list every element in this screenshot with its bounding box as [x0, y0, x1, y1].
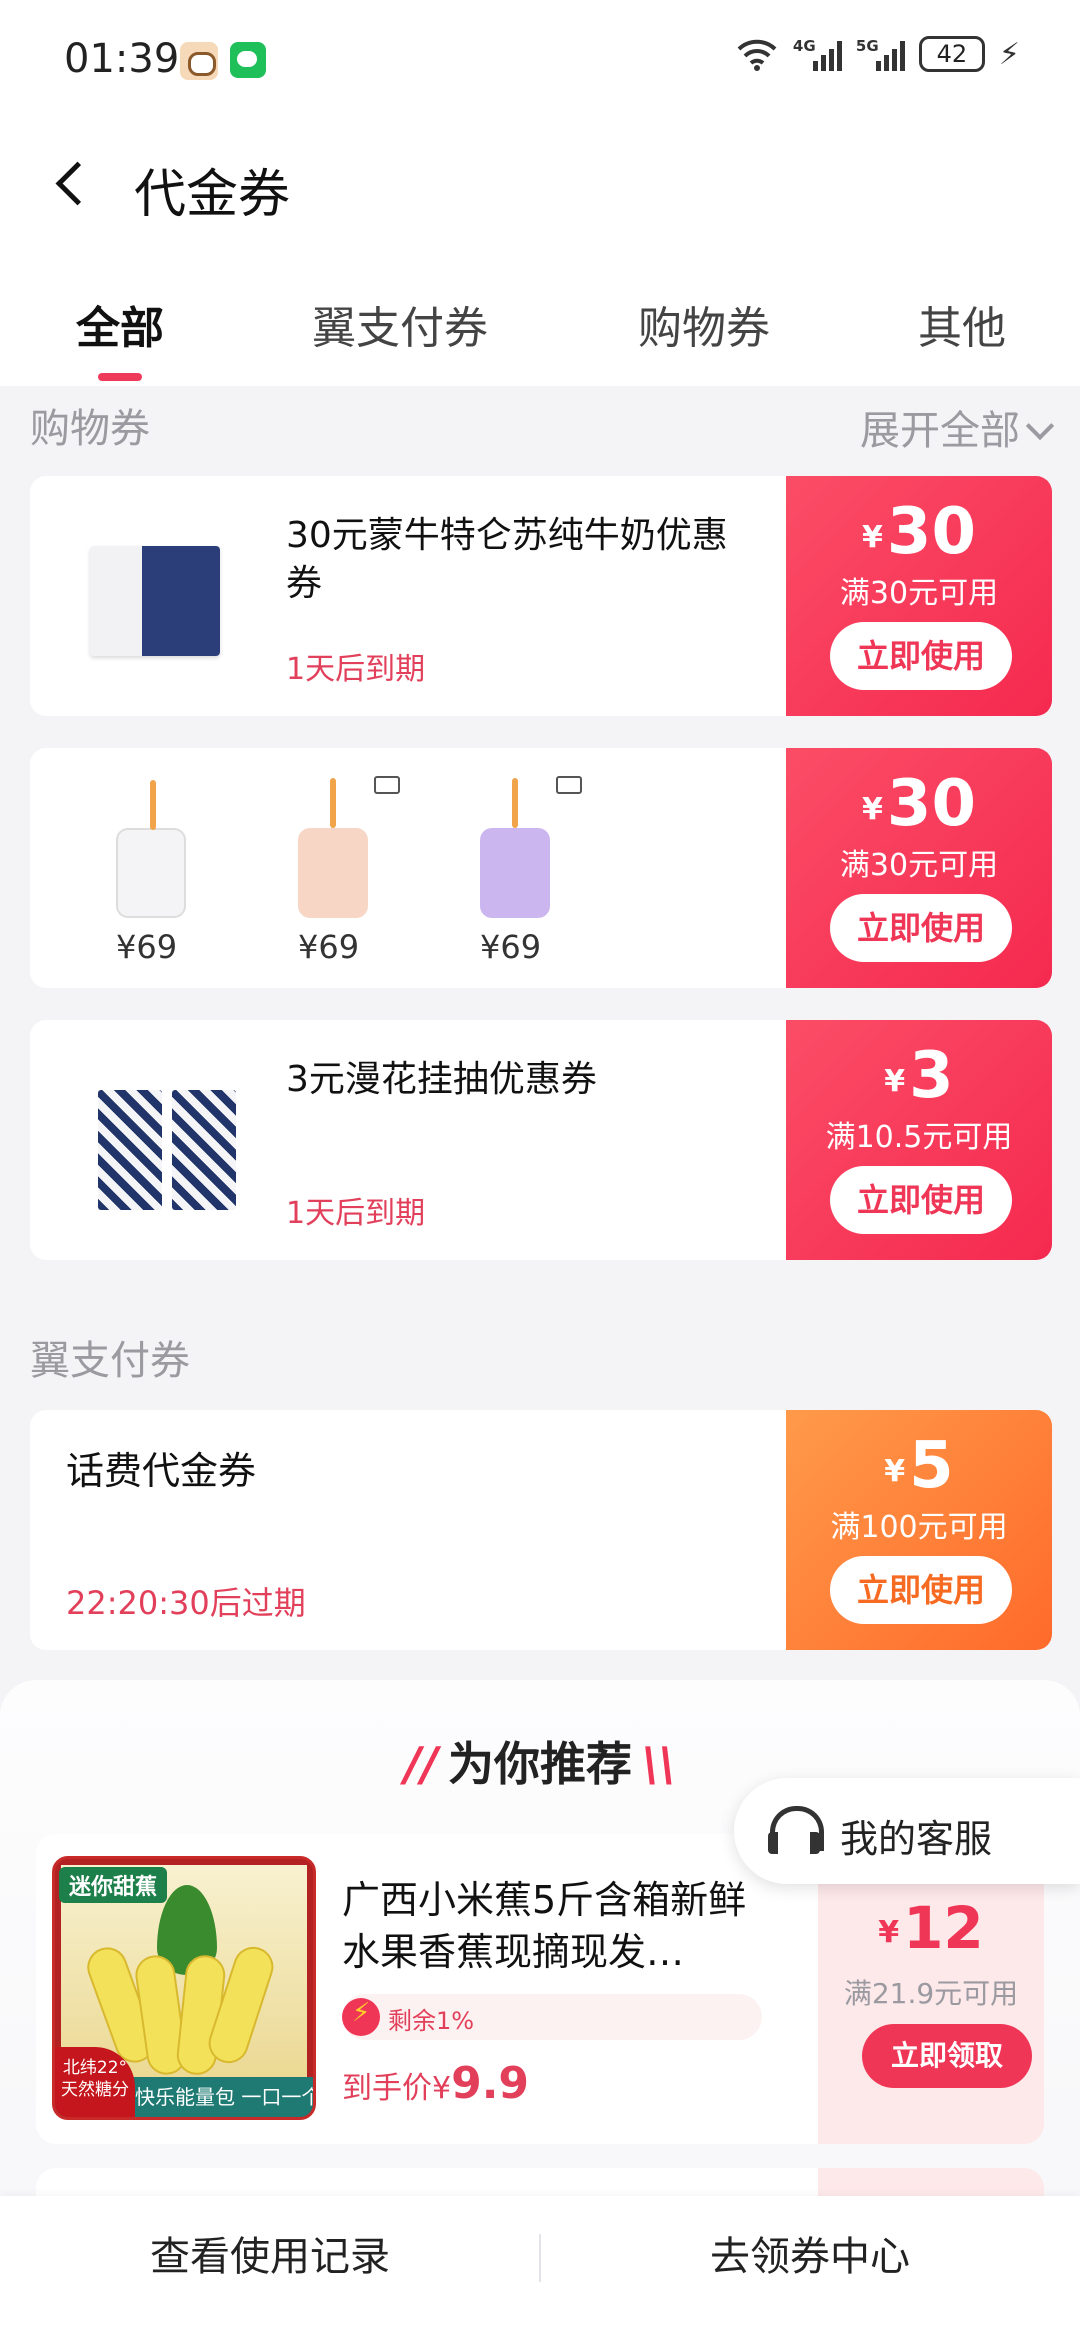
- tab-yipay[interactable]: 翼支付券: [312, 292, 488, 356]
- tab-shopping[interactable]: 购物券: [638, 292, 770, 356]
- use-now-button[interactable]: 立即使用: [830, 622, 1012, 690]
- usage-history-button[interactable]: 查看使用记录: [0, 2196, 540, 2340]
- coupon-card[interactable]: ¥69 ¥69 ¥69 ¥30 满30元可用 立即使用: [30, 748, 1052, 988]
- coupon-expire: 1天后到期: [286, 652, 426, 687]
- expand-all-button[interactable]: 展开全部: [860, 398, 1055, 456]
- coupon-center-button[interactable]: 去领券中心: [540, 2196, 1080, 2340]
- product-image: 迷你甜蕉 快乐能量包 一口一个 北纬22°天然糖分: [52, 1856, 316, 2120]
- coupon-card[interactable]: 30元蒙牛特仑苏纯牛奶优惠券 1天后到期 ¥30 满30元可用 立即使用: [30, 476, 1052, 716]
- coupon-title: 3元漫花挂抽优惠券: [286, 1059, 597, 1100]
- section-title-yipay: 翼支付券: [30, 1338, 190, 1384]
- product-price: ¥69: [480, 928, 542, 966]
- status-indicators: 4G 5G 42 ⚡: [735, 36, 1020, 72]
- charging-icon: ⚡: [998, 36, 1020, 72]
- lightning-icon: [342, 1994, 382, 2040]
- app-notification-icon: [180, 42, 218, 80]
- page-title: 代金券: [134, 165, 291, 225]
- coupon-card[interactable]: 话费代金券 22:20:30后过期 ¥5 满100元可用 立即使用: [30, 1410, 1052, 1650]
- coupon-info: 30元蒙牛特仑苏纯牛奶优惠券 1天后到期: [30, 476, 790, 716]
- coupon-value-panel: ¥3 满10.5元可用 立即使用: [776, 1020, 1052, 1260]
- section-title-shopping: 购物券: [30, 406, 150, 452]
- decor-slash-icon: //: [404, 1737, 438, 1791]
- claim-now-button[interactable]: 立即领取: [862, 2024, 1032, 2088]
- coupon-info: 话费代金券 22:20:30后过期: [30, 1410, 790, 1650]
- image-tag: 迷你甜蕉: [59, 1867, 168, 1903]
- use-now-button[interactable]: 立即使用: [830, 894, 1012, 962]
- customer-service-label: 我的客服: [840, 1817, 993, 1861]
- coupon-expire: 1天后到期: [286, 1196, 426, 1231]
- milk-box-graphic: [90, 546, 220, 656]
- coupon-threshold: 满100元可用: [830, 1510, 1008, 1545]
- coupon-amount: ¥3: [884, 1039, 954, 1113]
- image-badge: 北纬22°天然糖分: [55, 2047, 135, 2117]
- brand-badge-icon: [374, 776, 400, 794]
- tab-indicator: [98, 373, 142, 381]
- product-image: [480, 778, 550, 918]
- product-image: [90, 526, 240, 676]
- status-bar: 01:39 4G 5G 42 ⚡: [0, 0, 1080, 120]
- back-button[interactable]: [44, 150, 104, 220]
- coupon-amount: ¥30: [862, 767, 976, 841]
- decor-slash-icon: \\: [642, 1737, 676, 1791]
- brand-badge-icon: [556, 776, 582, 794]
- stock-text: 剩余1%: [388, 2007, 475, 2035]
- coupon-value-panel: ¥5 满100元可用 立即使用: [776, 1410, 1052, 1650]
- coupon-amount: ¥30: [862, 495, 976, 569]
- final-price: 到手价¥9.9: [342, 2058, 530, 2109]
- coupon-value-panel: ¥30 满30元可用 立即使用: [776, 748, 1052, 988]
- coupon-threshold: 满30元可用: [839, 848, 999, 883]
- wifi-icon: [737, 39, 777, 71]
- coupon-title: 话费代金券: [66, 1449, 257, 1493]
- bottom-action-bar: 查看使用记录 去领券中心: [0, 2196, 1080, 2340]
- cellular-signal-icon: 5G: [856, 37, 905, 71]
- coupon-info: 3元漫花挂抽优惠券 1天后到期: [30, 1020, 790, 1260]
- cellular-signal-icon: 4G: [793, 37, 842, 71]
- status-time: 01:39: [64, 36, 180, 82]
- battery-icon: 42: [918, 36, 985, 72]
- product-price: ¥69: [116, 928, 178, 966]
- tissue-pack-graphic: [98, 1090, 162, 1210]
- coupon-card[interactable]: 3元漫花挂抽优惠券 1天后到期 ¥3 满10.5元可用 立即使用: [30, 1020, 1052, 1260]
- use-now-button[interactable]: 立即使用: [830, 1166, 1012, 1234]
- product-image: [116, 780, 186, 918]
- wechat-icon: [230, 42, 266, 78]
- expand-all-label: 展开全部: [860, 408, 1020, 454]
- customer-service-button[interactable]: 我的客服: [734, 1778, 1080, 1884]
- product-image: [90, 1070, 240, 1220]
- coupon-amount: ¥12: [878, 1894, 984, 1962]
- coupon-info: ¥69 ¥69 ¥69: [30, 748, 790, 988]
- coupon-amount: ¥5: [884, 1429, 954, 1503]
- coupon-threshold: 满21.9元可用: [843, 1977, 1019, 2010]
- product-name: 广西小米蕉5斤含箱新鲜水果香蕉现摘现发…: [342, 1878, 747, 1974]
- coupon-threshold: 满10.5元可用: [825, 1120, 1013, 1155]
- tab-all[interactable]: 全部: [76, 292, 164, 356]
- product-price: ¥69: [298, 928, 360, 966]
- use-now-button[interactable]: 立即使用: [830, 1556, 1012, 1624]
- tab-other[interactable]: 其他: [918, 292, 1006, 356]
- coupon-expire: 22:20:30后过期: [66, 1584, 306, 1622]
- coupon-threshold: 满30元可用: [839, 576, 999, 611]
- tissue-pack-graphic: [172, 1090, 236, 1210]
- chevron-down-icon: [1025, 411, 1055, 441]
- coupon-value-panel: ¥30 满30元可用 立即使用: [776, 476, 1052, 716]
- stock-progress: 剩余1%: [342, 1994, 762, 2040]
- product-image: [298, 778, 368, 918]
- coupon-title: 30元蒙牛特仑苏纯牛奶优惠券: [286, 515, 728, 604]
- tab-bar: 全部 翼支付券 购物券 其他: [0, 260, 1080, 386]
- headset-icon: [768, 1804, 824, 1860]
